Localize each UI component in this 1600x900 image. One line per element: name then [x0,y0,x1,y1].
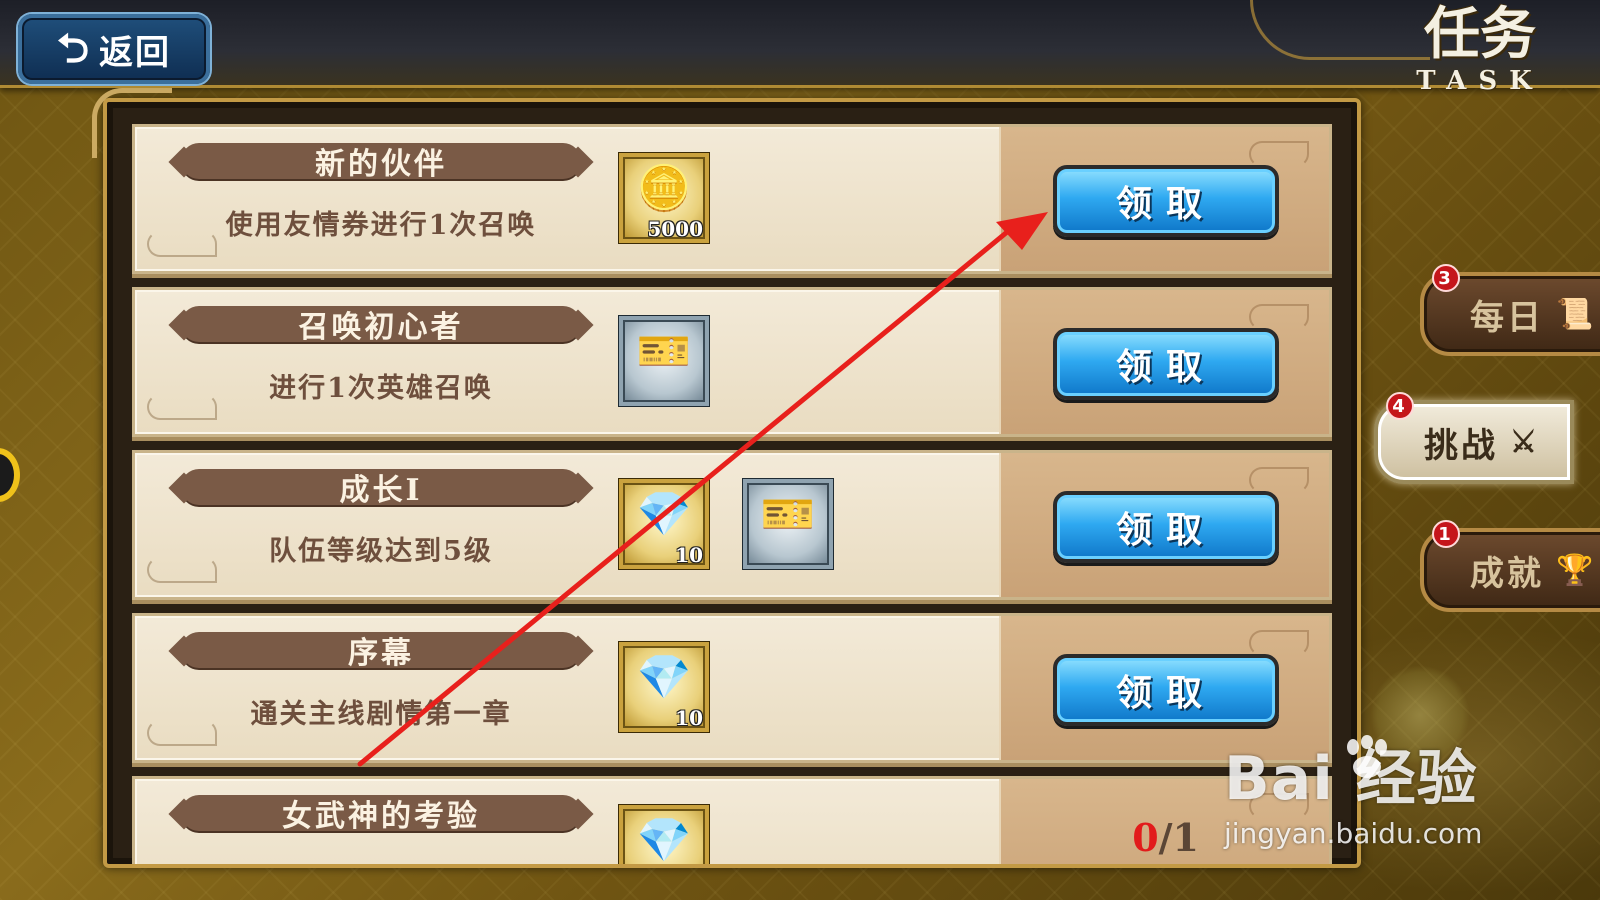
task-row: 成长I 队伍等级达到5级 💎 10 🎫 领取 [132,450,1332,600]
tab-label: 每日 [1470,297,1544,338]
notification-badge: 3 [1432,264,1460,292]
notification-badge: 1 [1432,520,1460,548]
trophy-icon: 🏆 [1556,552,1597,588]
back-button[interactable]: ⮌ 返回 [18,14,210,84]
watermark-url: jingyan.baidu.com [1224,817,1483,850]
baidu-paw-icon [1347,735,1387,778]
ornament-swirl [1249,304,1309,330]
gold-coin-icon: 🪙 [636,163,692,214]
back-button-label: 返回 [99,32,172,73]
rainbow-crystal-icon: 💎 [636,815,692,866]
notification-badge: 4 [1386,392,1414,420]
reward-item[interactable]: 💎 10 [619,479,709,569]
top-bar: ⮌ 返回 [0,0,1600,88]
progress-separator: / [1158,815,1173,860]
task-row: 女武神的考验 💎 0/1 [132,776,1332,866]
task-title: 新的伙伴 [181,143,581,182]
task-title: 召唤初心者 [181,306,581,345]
claim-button[interactable]: 领取 [1053,165,1279,237]
page-title: 任务 [1424,1,1536,67]
task-description: 通关主线剧情第一章 [250,699,512,730]
task-title: 成长I [181,469,581,508]
ornament-swirl [1249,630,1309,656]
task-title: 女武神的考验 [181,795,581,834]
reward-item[interactable]: 💎 [619,805,709,866]
reward-item[interactable]: 🎫 [743,479,833,569]
rainbow-crystal-icon: 💎 [636,489,692,540]
reward-item[interactable]: 💎 10 [619,642,709,732]
task-row: 新的伙伴使用友情券进行1次召唤 🪙 5000 领取 [132,124,1332,274]
tab-challenge[interactable]: 4 挑战 ⚔ [1374,392,1574,484]
summon-ticket-icon: 🎫 [636,326,692,377]
reward-quantity: 10 [675,543,703,567]
page-title-block: 任务 TASK [1380,6,1580,106]
summon-ticket-icon: 🎫 [760,489,816,540]
progress-current: 0 [1132,815,1159,860]
task-panel: 新的伙伴 使用友情券进行1次召唤 🪙 5000 领取 召唤初心者 进行1次英雄召唤 🎫 领取 成长… [103,98,1361,868]
claim-button[interactable]: 领取 [1053,654,1279,726]
crossed-swords-icon: ⚔ [1510,424,1540,460]
reward-quantity: 5000 [647,217,703,241]
tab-daily[interactable]: 3 每日 📜 [1420,264,1600,356]
task-description: 使用友情券进行1次召唤 [225,210,537,241]
reward-quantity: 10 [675,706,703,730]
panel-corner-ornament [92,88,172,158]
task-progress: 0/1 [1132,815,1199,860]
task-row: 召唤初心者进行1次英雄召唤 🎫 领取 [132,287,1332,437]
claim-button[interactable]: 领取 [1053,328,1279,400]
claim-button[interactable]: 领取 [1053,491,1279,563]
ornament-swirl [1249,141,1309,167]
return-arrow-icon: ⮌ [56,25,90,72]
task-title: 序幕 [181,632,581,671]
scroll-icon: 📜 [1556,296,1597,332]
reward-item[interactable]: 🪙 5000 [619,153,709,243]
rainbow-crystal-icon: 💎 [636,652,692,703]
task-row: 序幕通关主线剧情第一章 💎 10 领取 [132,613,1332,763]
task-list: 新的伙伴 使用友情券进行1次召唤 🪙 5000 领取 召唤初心者 进行1次英雄召唤 🎫 领取 成长… [132,124,1332,866]
task-description: 进行1次英雄召唤 [269,373,493,404]
tab-label: 挑战 [1424,425,1498,466]
progress-total: 1 [1172,815,1199,860]
page-subtitle: TASK [1416,66,1544,96]
tab-label: 成就 [1470,553,1544,594]
task-description: 队伍等级达到5级 [269,536,493,567]
tab-achievement[interactable]: 1 成就 🏆 [1420,520,1600,612]
ornament-swirl [1249,467,1309,493]
reward-item[interactable]: 🎫 [619,316,709,406]
